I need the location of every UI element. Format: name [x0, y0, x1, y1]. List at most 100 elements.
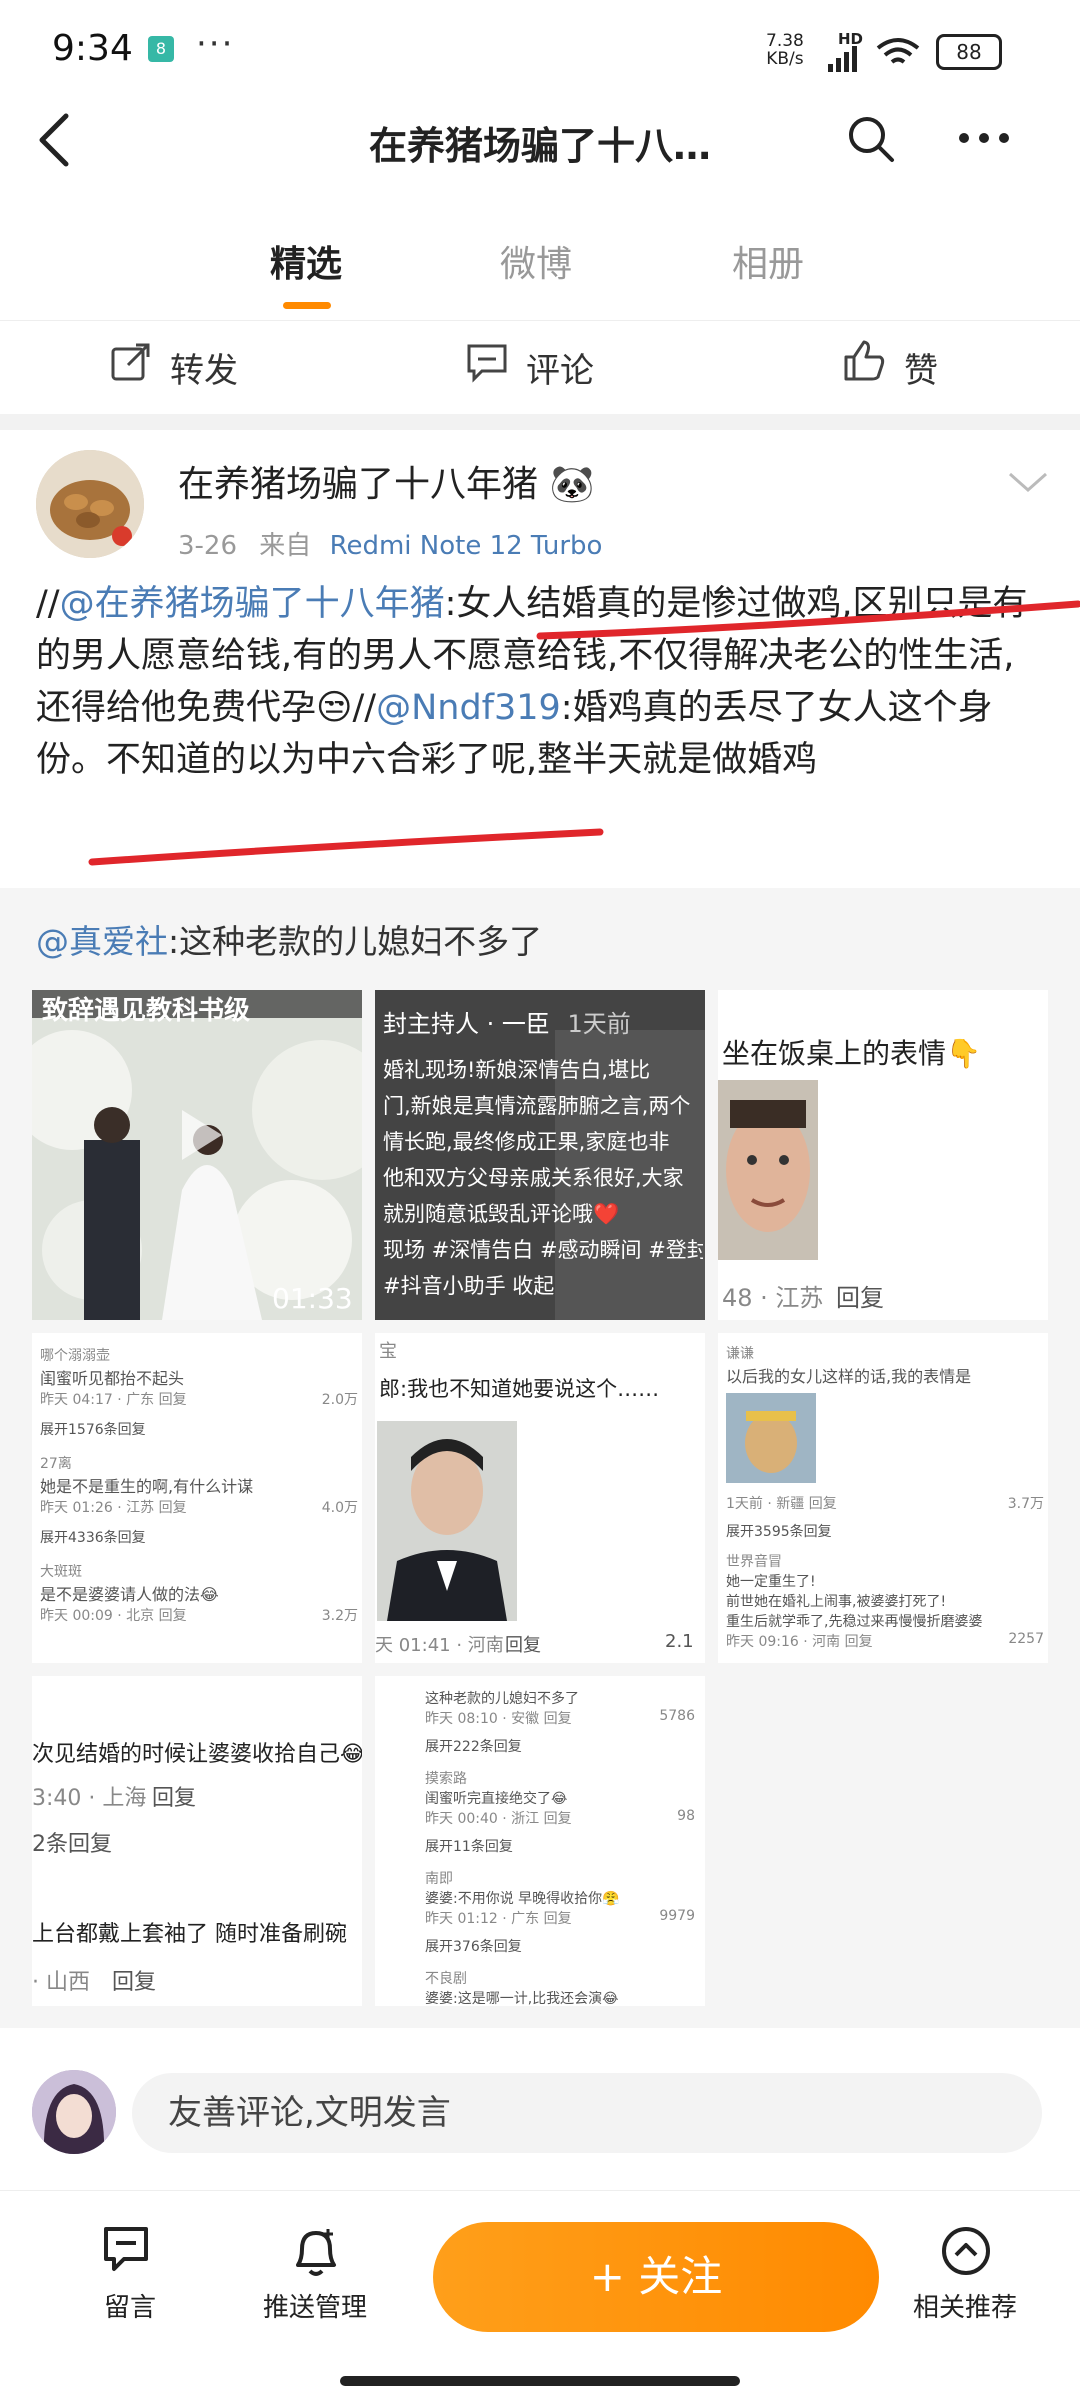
- more-options-icon[interactable]: [956, 130, 1012, 146]
- tab-weibo[interactable]: 微博: [500, 235, 572, 287]
- post-meta: 3-26 来自 Redmi Note 12 Turbo: [178, 525, 602, 562]
- expand-replies: 展开1576条回复: [40, 1422, 146, 1438]
- related-label: 相关推荐: [912, 2293, 1017, 2323]
- comment-icon: [467, 344, 507, 383]
- grid2-time: 1天前: [567, 1010, 631, 1038]
- red-underline-annotations: [88, 600, 1080, 866]
- grid2-line: 婚礼现场!新娘深情告白,堪比: [383, 1058, 651, 1082]
- comment-time: 昨天 00:09 · 北京: [40, 1608, 155, 1624]
- grid-image-4[interactable]: 哪个溺溺壶 闺蜜听见都抬不起头 昨天 04:17 · 广东 回复 2.0万 展开…: [32, 1333, 362, 1663]
- comment-meta: 昨天 00:09 · 北京 回复 3.2万: [40, 1605, 358, 1625]
- author-emoji: 🐼: [549, 464, 595, 505]
- grid5-name: 宝: [379, 1341, 397, 1362]
- my-avatar[interactable]: [32, 2070, 116, 2154]
- repost-icon: [111, 343, 150, 381]
- comment-screenshot-list: 哪个溺溺壶 闺蜜听见都抬不起头 昨天 04:17 · 广东 回复 2.0万 展开…: [40, 1345, 358, 1625]
- comment-input[interactable]: 友善评论,文明发言: [132, 2073, 1042, 2153]
- comment-text: 她一定重生了!: [726, 1574, 816, 1590]
- home-indicator[interactable]: [340, 2376, 740, 2386]
- comment-text: 闺蜜听完直接绝交了😂: [425, 1791, 568, 1807]
- comment-author: 摸索路: [425, 1771, 467, 1787]
- grid-image-3[interactable]: 坐在饭桌上的表情👇 48 · 江苏 回复: [718, 990, 1048, 1320]
- grid-image-1[interactable]: 致辞遇见教科书级 01:33: [32, 990, 362, 1320]
- grid-image-8[interactable]: 这种老款的儿媳妇不多了 昨天 08:10 · 安徽 回复 5786 展开222条…: [375, 1676, 705, 2006]
- grid-image-6[interactable]: 谦谦 以后我的女儿这样的话,我的表情是 1天前 · 新疆 回复 3.7万 展开3…: [718, 1333, 1048, 1663]
- tab-album[interactable]: 相册: [732, 235, 804, 287]
- grid2-text: 婚礼现场!新娘深情告白,堪比 门,新娘是真情流露肺腑之言,两个 情长跑,最终修成…: [383, 1052, 703, 1304]
- grid-image-5[interactable]: 宝 郎:我也不知道她要说这个…… 天 01:41 · 河南 回复 2.1: [375, 1333, 705, 1663]
- like-label: 赞: [904, 351, 938, 391]
- comment-meta: 昨天 01:26 · 江苏 回复 4.0万: [40, 1497, 358, 1517]
- grid7-reply: 回复: [112, 1970, 157, 1995]
- comment-reply: 回复: [543, 1911, 572, 1927]
- grid3-caption: 坐在饭桌上的表情👇: [722, 1037, 981, 1070]
- grid2-line: 他和双方父母亲戚关系很好,大家: [383, 1166, 684, 1190]
- expand-replies: 展开376条回复: [425, 1939, 522, 1955]
- comment-text: 是不是婆婆请人做的法😂: [40, 1585, 219, 1604]
- comment-author: 不良剧: [425, 1971, 467, 1987]
- related-button[interactable]: 相关推荐: [900, 2225, 1030, 2335]
- anime-avatar-image: [32, 2070, 116, 2154]
- comment-time: 昨天 01:26 · 江苏: [40, 1500, 155, 1516]
- grid2-header: 封主持人 · 一臣 1天前: [383, 1004, 631, 1039]
- comment-author: 世界音冒: [726, 1554, 782, 1570]
- grid-image-7[interactable]: 次见结婚的时候让婆婆收拾自己😂 3:40 · 上海 回复 2条回复 上台都戴上套…: [32, 1676, 362, 2006]
- comment-likes: 2.0万: [321, 1392, 358, 1408]
- comment-reply: 回复: [808, 1496, 837, 1512]
- author-avatar[interactable]: [36, 450, 144, 558]
- comment-text: 婆婆:这是哪一计,比我还会演😂: [425, 1991, 619, 2006]
- video-duration: 01:33: [272, 1282, 353, 1315]
- page-title: 在养猪场骗了十八…: [368, 124, 711, 168]
- retweet-body: :这种老款的儿媳妇不多了: [168, 922, 543, 961]
- message-label: 留言: [103, 2293, 156, 2323]
- grid2-line: 情长跑,最终修成正果,家庭也非: [383, 1130, 670, 1154]
- comment-likes: 5786: [659, 1708, 695, 1724]
- comment-text: 以后我的女儿这样的话,我的表情是: [726, 1367, 972, 1386]
- expand-replies: 展开3595条回复: [726, 1524, 832, 1540]
- comment-text: 前世她在婚礼上闹事,被婆婆打死了!: [726, 1594, 947, 1610]
- net-speed: 7.38 KB/s: [766, 32, 804, 68]
- battery-indicator: 88: [936, 34, 1002, 70]
- search-icon[interactable]: [846, 114, 896, 164]
- wedding-photo: [32, 990, 362, 1320]
- grid7-reply: 回复: [152, 1786, 197, 1811]
- push-settings-button[interactable]: 推送管理: [250, 2225, 380, 2335]
- more-notifications-icon: ···: [196, 24, 235, 64]
- comment-screenshot-list: 谦谦 以后我的女儿这样的话,我的表情是 1天前 · 新疆 回复 3.7万 展开3…: [726, 1343, 1044, 1651]
- retweet-mention[interactable]: @真爱社: [36, 922, 168, 961]
- notification-badge: 8: [148, 36, 174, 62]
- comment-button[interactable]: 评论: [466, 335, 646, 395]
- message-button[interactable]: 留言: [80, 2225, 180, 2335]
- food-avatar-image: [36, 450, 144, 558]
- groom-photo: [377, 1421, 517, 1621]
- author-name-row[interactable]: 在养猪场骗了十八年猪 🐼: [178, 455, 594, 507]
- comment-time: 昨天 08:10 · 安徽: [425, 1711, 540, 1727]
- grid-image-2[interactable]: 封主持人 · 一臣 1天前 婚礼现场!新娘深情告白,堪比 门,新娘是真情流露肺腑…: [375, 990, 705, 1320]
- comment-reply: 回复: [844, 1634, 873, 1650]
- grid5-meta: 天 01:41 · 河南: [375, 1635, 504, 1656]
- comment-reply: 回复: [158, 1608, 187, 1624]
- comment-reply: 回复: [158, 1392, 187, 1408]
- post-date: 3-26: [178, 531, 238, 561]
- comment-text: 这种老款的儿媳妇不多了: [425, 1691, 579, 1707]
- expand-replies: 展开222条回复: [425, 1739, 522, 1755]
- monkey-king-meme: [726, 1393, 816, 1483]
- tab-featured[interactable]: 精选: [270, 235, 342, 287]
- retweet-text: @真爱社:这种老款的儿媳妇不多了: [36, 915, 542, 963]
- repost-button[interactable]: 转发: [110, 335, 290, 395]
- chevron-down-icon[interactable]: [1008, 470, 1048, 494]
- author-name[interactable]: 在养猪场骗了十八年猪: [178, 464, 538, 505]
- grid3-reply[interactable]: 回复: [836, 1278, 884, 1313]
- expand-replies: 展开11条回复: [425, 1839, 513, 1855]
- red-underline-2: [88, 828, 604, 866]
- comment-time: 昨天 04:17 · 广东: [40, 1392, 155, 1408]
- like-button[interactable]: 赞: [842, 335, 982, 395]
- back-arrow-icon[interactable]: [36, 112, 72, 168]
- grid2-line: 就别随意诋毁乱评论哦❤️: [383, 1202, 620, 1226]
- grid2-author: 封主持人 · 一臣: [383, 1010, 550, 1038]
- comment-likes: 3.2万: [321, 1608, 358, 1624]
- follow-button[interactable]: + 关注: [433, 2222, 879, 2332]
- comment-author: 大斑斑: [40, 1564, 82, 1580]
- comment-meta: 昨天 00:40 · 浙江 回复 98: [425, 1808, 695, 1828]
- comment-time: 1天前 · 新疆: [726, 1496, 805, 1512]
